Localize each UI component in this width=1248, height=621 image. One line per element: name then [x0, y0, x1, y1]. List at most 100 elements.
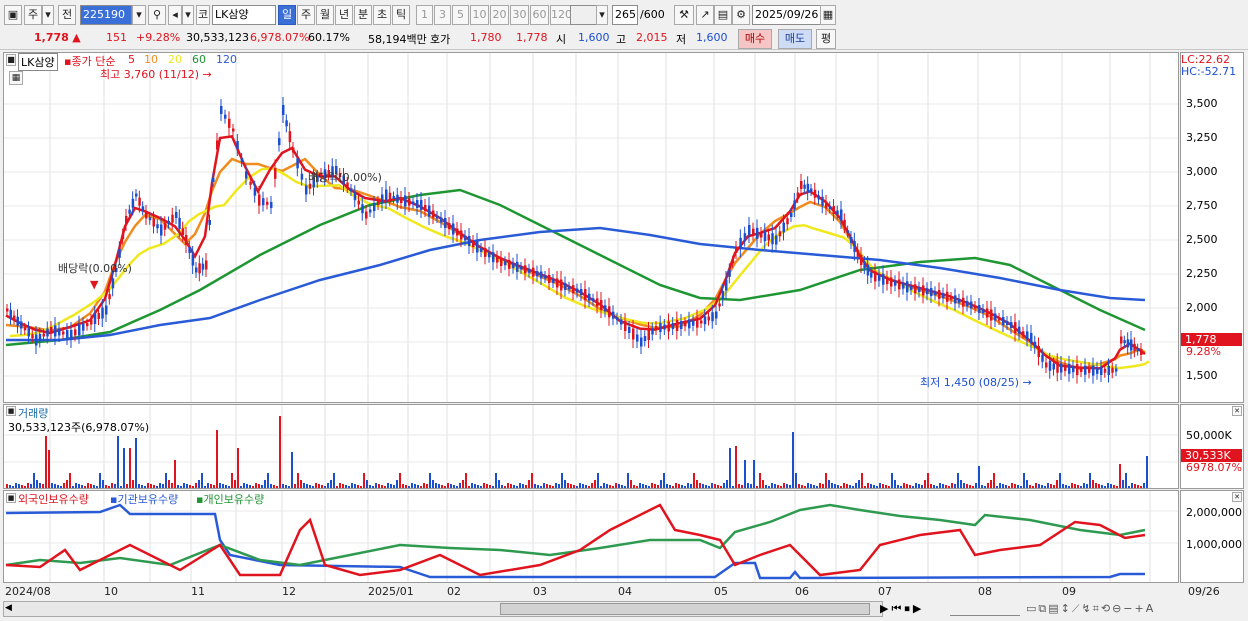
volume-bar: [6, 484, 8, 488]
candle-body: [228, 118, 231, 128]
candle-body: [671, 323, 675, 329]
volume-bar: [465, 473, 467, 488]
volume-bar: [501, 485, 503, 488]
candle-body: [508, 259, 511, 269]
volume-bar: [264, 480, 266, 488]
volume-bar: [201, 473, 203, 488]
candle-body: [101, 307, 104, 319]
volume-bar: [768, 486, 770, 488]
candle-body: [840, 209, 843, 221]
volume-bar: [447, 483, 449, 488]
volume-bar: [933, 485, 935, 488]
candle-body: [1100, 367, 1103, 375]
volume-bar: [1119, 464, 1121, 488]
candle-body: [817, 195, 820, 200]
volume-value: 30,533,123주(6,978.07%): [8, 421, 150, 434]
volume-bar: [897, 485, 899, 488]
volume-bar: [735, 446, 737, 488]
legend-toggle-icon[interactable]: ■: [6, 493, 16, 503]
volume-bar: [66, 480, 68, 488]
volume-bar: [615, 483, 617, 488]
candle-body: [898, 279, 901, 290]
candle-body: [930, 288, 933, 296]
volume-bar: [54, 484, 56, 488]
volume-bar: [207, 483, 209, 488]
candle-body: [191, 254, 195, 266]
volume-bar: [192, 486, 194, 488]
candle-body: [853, 241, 856, 253]
volume-bar: [1074, 484, 1076, 488]
candle-body: [1115, 368, 1118, 372]
volume-bar: [576, 486, 578, 488]
candle-body: [350, 188, 353, 192]
ma-legend-10: 10: [144, 53, 158, 66]
volume-bar: [639, 483, 641, 488]
candle-body: [832, 206, 835, 214]
candle-body: [1002, 317, 1005, 325]
volume-bar: [636, 486, 638, 488]
candle-body: [715, 311, 718, 319]
candle-body: [1041, 354, 1044, 362]
candle-body: [369, 209, 372, 213]
volume-bar: [558, 484, 560, 488]
volume-bar: [561, 473, 563, 488]
x-axis-label: 09: [1062, 585, 1076, 598]
tool-icons[interactable]: ▭⧉▤↕⟋↯⌗⟲⊖−+A: [1026, 602, 1155, 616]
volume-bar: [174, 460, 176, 488]
candle-body: [365, 211, 368, 219]
legend-foreign: 외국인보유수량: [18, 493, 89, 506]
volume-bar: [924, 480, 926, 488]
legend-institution: ▪기관보유수량: [110, 493, 179, 506]
candle-body: [632, 328, 635, 340]
candle-body: [771, 233, 774, 245]
scroll-left-icon[interactable]: ◀: [5, 603, 15, 615]
candle-body: [468, 236, 471, 246]
candle-body: [1060, 363, 1063, 373]
volume-bar: [948, 486, 950, 488]
volume-bar: [882, 484, 884, 488]
candle-body: [424, 205, 427, 211]
volume-bar: [471, 483, 473, 488]
volume-bar: [303, 483, 305, 488]
candle-body: [385, 189, 388, 201]
volume-bar: [531, 473, 533, 488]
candle-body: [392, 196, 395, 199]
legend-toggle-icon[interactable]: ■: [6, 54, 16, 66]
legend-stock-name: LK삼양: [18, 53, 58, 71]
volume-bar: [612, 486, 614, 488]
playback-controls[interactable]: ▶⏮⏹▶: [880, 602, 924, 616]
volume-bar: [606, 484, 608, 488]
volume-bar: [60, 486, 62, 488]
candle-body: [707, 316, 710, 321]
volume-bar: [474, 484, 476, 488]
candle-body: [1092, 365, 1095, 376]
volume-bar: [951, 483, 953, 488]
volume-bar: [213, 485, 215, 488]
candle-body: [616, 317, 619, 321]
volume-bar: [813, 485, 815, 488]
candle-body: [775, 235, 778, 245]
volume-bar: [252, 486, 254, 488]
zoom-slider[interactable]: [950, 602, 1020, 616]
candle-body: [31, 334, 34, 339]
volume-bar: [30, 484, 32, 488]
close-icon[interactable]: ✕: [1232, 492, 1242, 502]
volume-bar: [711, 483, 713, 488]
volume-bar: [339, 483, 341, 488]
volume-bar: [714, 484, 716, 488]
x-axis-label: 09/26: [1188, 585, 1220, 598]
candle-body: [220, 106, 223, 114]
candle-body: [1022, 331, 1025, 335]
legend-toggle-icon[interactable]: ■: [6, 406, 16, 416]
table-icon[interactable]: ▦: [9, 71, 23, 85]
candle-body: [564, 282, 567, 290]
volume-bar: [1020, 486, 1022, 488]
volume-bar: [792, 432, 794, 488]
candle-body: [524, 265, 527, 274]
close-icon[interactable]: ✕: [1232, 406, 1242, 416]
x-axis-label: 08: [978, 585, 992, 598]
candle-body: [205, 260, 208, 270]
scroll-thumb[interactable]: [500, 603, 870, 615]
volume-bar: [726, 480, 728, 488]
ma-legend-60: 60: [192, 53, 206, 66]
